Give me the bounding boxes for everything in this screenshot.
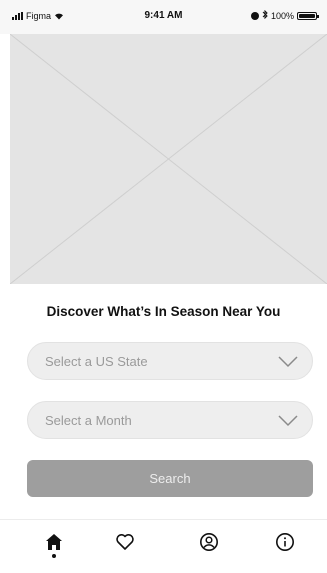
tab-favorites[interactable]: [110, 532, 140, 562]
battery-percent: 100%: [270, 10, 294, 21]
home-icon: [46, 534, 62, 550]
state-select[interactable]: Select a US State: [27, 342, 313, 380]
app-screen: Figma 9:41 AM 100% Discover What’s In Se…: [0, 0, 327, 573]
search-button[interactable]: Search: [27, 460, 313, 497]
battery-fill: [299, 13, 315, 18]
status-right: 100%: [250, 9, 319, 21]
tab-profile[interactable]: [194, 532, 224, 562]
heart-icon: [116, 534, 134, 550]
info-icon: [276, 533, 294, 551]
battery-icon: [297, 11, 319, 20]
tab-info[interactable]: [270, 532, 300, 562]
state-select-placeholder: Select a US State: [45, 354, 148, 369]
tab-home[interactable]: [39, 532, 69, 562]
alarm-icon: [250, 11, 259, 20]
month-select-placeholder: Select a Month: [45, 413, 132, 428]
user-circle-icon: [200, 533, 218, 551]
month-select[interactable]: Select a Month: [27, 401, 313, 439]
image-placeholder-icon: [10, 34, 327, 284]
bluetooth-icon: [262, 9, 268, 21]
active-tab-indicator: [52, 554, 56, 558]
chevron-down-icon: [278, 355, 298, 373]
tab-bar: [0, 519, 327, 573]
hero-image-placeholder: [10, 34, 327, 284]
status-bar: Figma 9:41 AM 100%: [0, 0, 327, 34]
page-title: Discover What’s In Season Near You: [46, 304, 281, 319]
chevron-down-icon: [278, 414, 298, 432]
